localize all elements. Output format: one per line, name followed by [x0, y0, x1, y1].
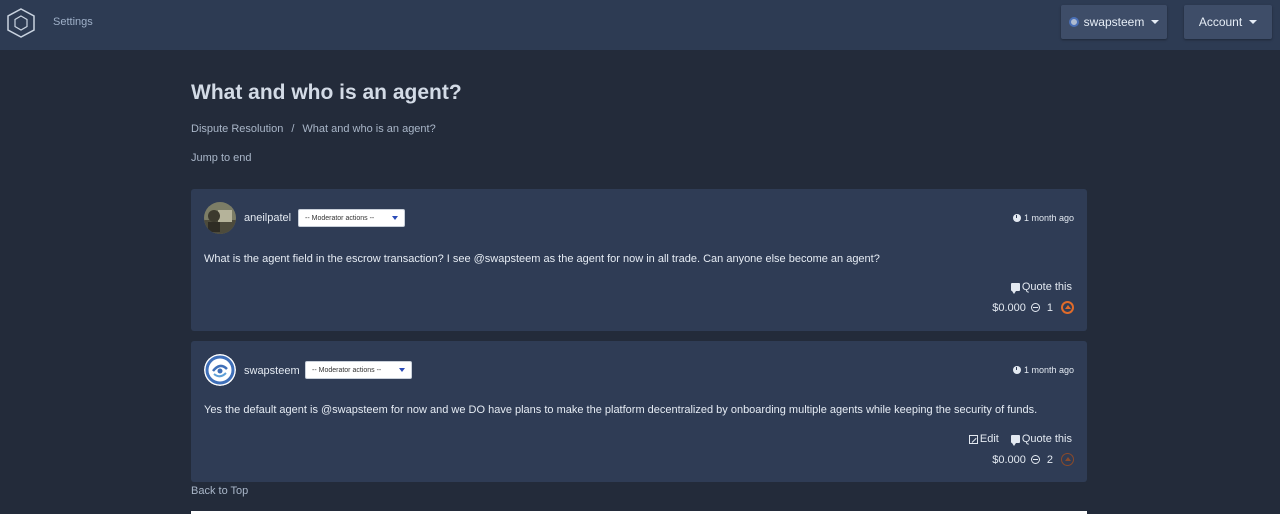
avatar[interactable] — [204, 202, 236, 234]
edit-label: Edit — [979, 433, 999, 445]
breadcrumb-current: What and who is an agent? — [302, 123, 436, 135]
settings-link[interactable]: Settings — [53, 16, 93, 28]
quote-icon — [1010, 435, 1020, 446]
edit-button[interactable]: Edit — [968, 433, 999, 445]
post-votes: $0.000 2 — [992, 453, 1074, 466]
clock-icon — [1012, 366, 1021, 374]
top-navbar: Settings swapsteem Account — [0, 0, 1280, 50]
post-body: Yes the default agent is @swapsteem for … — [204, 404, 1038, 416]
payout-value: $0.000 — [992, 453, 1026, 466]
vote-count[interactable]: 1 — [1047, 302, 1053, 314]
caret-down-icon — [1249, 20, 1258, 24]
page-title: What and who is an agent? — [191, 81, 462, 104]
clock-icon — [1012, 214, 1021, 222]
vote-count[interactable]: 2 — [1047, 454, 1053, 466]
breadcrumb: Dispute Resolution / What and who is an ag… — [191, 123, 436, 135]
vote-count-icon — [1030, 455, 1040, 464]
post-card: aneilpatel -- Moderator actions -- 1 mon… — [191, 189, 1087, 331]
chevron-down-icon — [399, 368, 405, 372]
quote-button[interactable]: Quote this — [1010, 433, 1072, 446]
upvote-icon[interactable] — [1061, 301, 1074, 314]
post-timestamp[interactable]: 1 month ago — [1012, 365, 1074, 375]
vote-count-icon — [1030, 303, 1040, 312]
edit-icon — [968, 434, 978, 444]
quote-icon — [1010, 283, 1020, 294]
caret-down-icon — [1151, 20, 1160, 24]
quote-label: Quote this — [1021, 281, 1072, 293]
post-author[interactable]: swapsteem — [244, 365, 300, 377]
logo-hexagon-icon[interactable] — [6, 7, 36, 39]
post-actions: Quote this — [999, 281, 1072, 294]
breadcrumb-category-link[interactable]: Dispute Resolution — [191, 123, 283, 135]
quote-label: Quote this — [1021, 433, 1072, 445]
moderator-actions-select[interactable]: -- Moderator actions -- — [298, 209, 405, 227]
post-time-text: 1 month ago — [1023, 213, 1074, 223]
post-author[interactable]: aneilpatel — [244, 212, 291, 224]
account-dropdown-button[interactable]: Account — [1184, 5, 1272, 39]
wallet-icon — [1068, 17, 1079, 27]
moderator-actions-select[interactable]: -- Moderator actions -- — [305, 361, 412, 379]
post-body: What is the agent field in the escrow tr… — [204, 253, 880, 265]
moderator-actions-value: -- Moderator actions -- — [312, 366, 382, 374]
wallet-dropdown-button[interactable]: swapsteem — [1061, 5, 1167, 39]
wallet-label: swapsteem — [1083, 15, 1145, 29]
jump-to-end-link[interactable]: Jump to end — [191, 152, 252, 164]
post-votes: $0.000 1 — [992, 301, 1074, 314]
breadcrumb-separator: / — [291, 123, 295, 135]
upvote-icon[interactable] — [1061, 453, 1074, 466]
quote-button[interactable]: Quote this — [1010, 281, 1072, 294]
post-card: swapsteem -- Moderator actions -- 1 mont… — [191, 341, 1087, 482]
account-label: Account — [1198, 15, 1243, 29]
avatar[interactable] — [204, 354, 236, 386]
post-actions: Edit Quote this — [957, 433, 1072, 446]
post-timestamp[interactable]: 1 month ago — [1012, 213, 1074, 223]
payout-value: $0.000 — [992, 301, 1026, 314]
moderator-actions-value: -- Moderator actions -- — [305, 214, 375, 222]
chevron-down-icon — [392, 216, 398, 220]
back-to-top-link[interactable]: Back to Top — [191, 485, 248, 497]
post-time-text: 1 month ago — [1023, 365, 1074, 375]
